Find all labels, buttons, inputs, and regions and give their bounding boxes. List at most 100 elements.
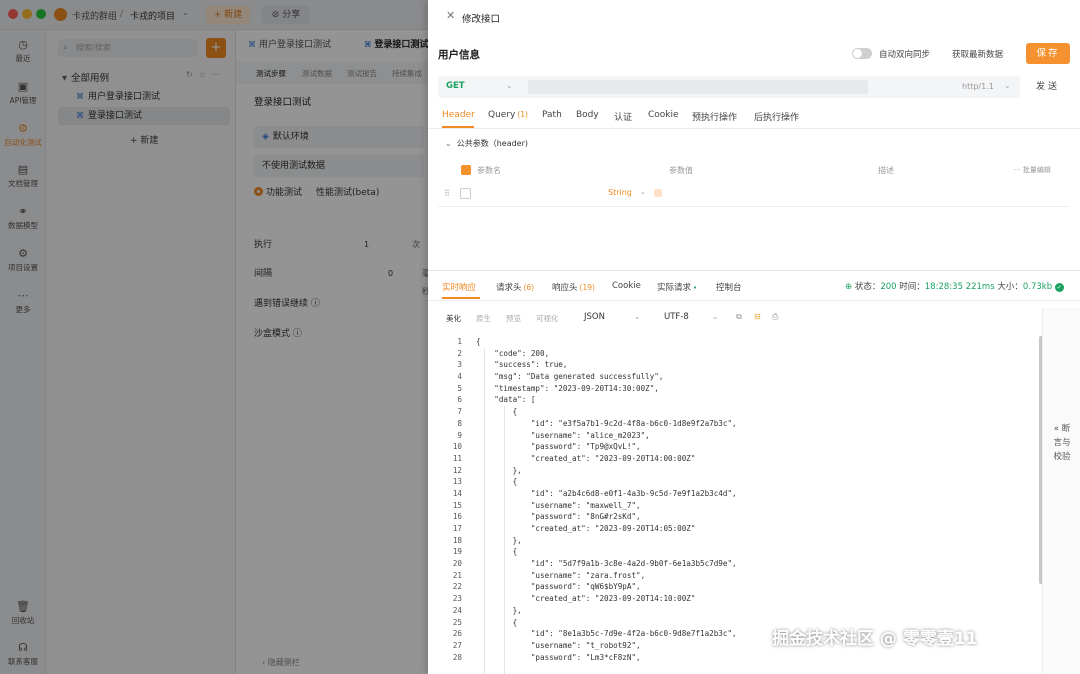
chevron-down-icon[interactable]: ⌄ <box>712 312 718 321</box>
drag-handle-icon[interactable]: ⠿ <box>444 189 450 198</box>
close-icon[interactable]: ✕ <box>446 9 455 22</box>
request-tab[interactable]: Cookie <box>648 110 679 120</box>
copy-icon[interactable]: ⧉ <box>736 312 742 322</box>
method-select[interactable]: GET <box>446 81 465 91</box>
request-tab-label: Query <box>488 110 516 120</box>
save-button[interactable]: 保存 <box>1026 43 1070 64</box>
auto-sync-toggle[interactable] <box>852 48 872 59</box>
response-tab[interactable]: Cookie <box>612 281 641 291</box>
public-params-label: 公共参数（header) <box>456 139 529 148</box>
code-line: 10 "password": "Tp9@xQvL!", <box>438 441 1038 453</box>
request-tab-label: Body <box>576 110 599 120</box>
response-tab[interactable]: 控制台 <box>716 281 742 293</box>
code-text: "username": "alice_m2023", <box>476 430 650 440</box>
code-text: "password": "qW6$bY9pA", <box>476 582 641 592</box>
assertion-label: « 断言与校验 <box>1053 424 1071 462</box>
code-text: "msg": "Data generated successfully", <box>476 372 664 382</box>
response-tab[interactable]: 响应头 (19) <box>552 281 595 293</box>
line-number: 11 <box>452 453 462 463</box>
code-text: "id": "a2b4c6d8-e0f1-4a3b-9c5d-7e9f1a2b3… <box>476 488 737 498</box>
code-line: 11 "created_at": "2023-09-20T14:00:00Z" <box>438 453 1038 465</box>
column-header-value: 参数值 <box>669 166 693 175</box>
line-number: 22 <box>452 582 462 592</box>
code-text: { <box>476 547 518 557</box>
format-tab[interactable]: 美化 <box>446 313 461 324</box>
api-name[interactable]: 用户信息 <box>438 47 480 62</box>
response-tab[interactable]: 实时响应 <box>442 281 476 293</box>
format-tab[interactable]: 可视化 <box>536 313 559 324</box>
line-number: 12 <box>452 465 462 475</box>
edit-api-drawer: ✕ 修改接口 用户信息 自动双向同步 获取最新数据 保存 GET ⌄ http/… <box>428 0 1080 674</box>
request-tab-count: (1) <box>517 110 528 119</box>
request-tab[interactable]: 预执行操作 <box>692 110 737 123</box>
line-number: 23 <box>452 594 462 604</box>
http-version-select[interactable]: http/1.1 <box>962 82 994 91</box>
code-line: 23 "created_at": "2023-09-20T14:10:00Z" <box>438 593 1038 605</box>
code-line: 21 "username": "zara.frost", <box>438 570 1038 582</box>
code-line: 20 "id": "5d7f9a1b-3c8e-4a2d-9b0f-6e1a3b… <box>438 558 1038 570</box>
row-checkbox[interactable] <box>460 188 471 199</box>
bulk-edit-link[interactable]: ··· 批量编辑 <box>1014 165 1051 175</box>
line-number: 18 <box>452 535 462 545</box>
response-tab-label: 请求头 <box>496 283 522 293</box>
save-file-icon[interactable]: ⎙ <box>772 312 778 322</box>
request-tab[interactable]: Path <box>542 110 562 120</box>
line-number: 9 <box>457 430 462 440</box>
format-select[interactable]: JSON <box>584 312 605 322</box>
modal-overlay[interactable] <box>0 0 428 674</box>
chevron-down-icon[interactable]: ⌄ <box>634 312 640 321</box>
code-line: 9 "username": "alice_m2023", <box>438 430 1038 442</box>
line-number: 26 <box>452 629 462 639</box>
divider <box>428 270 1080 271</box>
request-tab-label: 预执行操作 <box>692 113 738 123</box>
assertion-rail[interactable]: « 断言与校验 <box>1042 308 1080 674</box>
chevron-down-icon[interactable]: ⌄ <box>506 81 513 90</box>
response-tab-label: 控制台 <box>716 283 742 293</box>
response-duration: 221ms <box>965 282 995 292</box>
code-text: "id": "5d7f9a1b-3c8e-4a2d-9b0f-6e1a3b5c7… <box>476 559 737 569</box>
response-tab-label: 实时响应 <box>442 283 477 293</box>
format-tab[interactable]: 预览 <box>506 313 521 324</box>
select-all-checkbox[interactable] <box>461 165 471 175</box>
encoding-select[interactable]: UTF-8 <box>664 312 689 322</box>
code-text: { <box>476 407 518 417</box>
response-tab[interactable]: 实际请求 • <box>657 281 697 293</box>
request-tab[interactable]: 后执行操作 <box>754 110 799 123</box>
divider <box>428 300 1080 301</box>
globe-icon: ⊕ <box>845 282 853 292</box>
request-tab[interactable]: Header <box>442 110 475 120</box>
code-line: 13 { <box>438 476 1038 488</box>
response-tab[interactable]: 请求头 (6) <box>496 281 534 293</box>
code-text: "id": "8e1a3b5c-7d9e-4f2a-b6c0-9d8e7f1a2… <box>476 629 737 639</box>
code-text: { <box>476 617 518 627</box>
send-button[interactable]: 发送 <box>1026 76 1070 98</box>
code-text: }, <box>476 465 522 475</box>
chevron-down-icon[interactable]: ⌄ <box>640 188 646 196</box>
chevron-down-icon[interactable]: ⌄ <box>1004 81 1011 90</box>
code-line: 18 }, <box>438 535 1038 547</box>
request-tab-label: 后执行操作 <box>754 113 800 123</box>
code-text: "created_at": "2023-09-20T14:00:00Z" <box>476 453 696 463</box>
response-tab-count: (19) <box>579 283 595 292</box>
code-line: 8 "id": "e3f5a7b1-9c2d-4f8a-b6c0-1d8e9f2… <box>438 418 1038 430</box>
url-input[interactable] <box>528 80 868 94</box>
code-text: "username": "t_robot92", <box>476 640 641 650</box>
code-line: 4 "msg": "Data generated successfully", <box>438 371 1038 383</box>
response-tab-label: Cookie <box>612 281 641 291</box>
public-params-toggle[interactable]: ⌄ 公共参数（header) <box>445 138 528 149</box>
code-line: 12 }, <box>438 465 1038 477</box>
delete-row-icon[interactable] <box>654 189 662 197</box>
format-tab[interactable]: 原生 <box>476 313 491 324</box>
status-code: 200 <box>880 282 897 292</box>
request-tab[interactable]: 认证 <box>614 110 632 123</box>
request-tab[interactable]: Body <box>576 110 599 120</box>
line-number: 25 <box>452 617 462 627</box>
fetch-latest-link[interactable]: 获取最新数据 <box>952 48 1003 60</box>
code-line: 22 "password": "qW6$bY9pA", <box>438 581 1038 593</box>
line-number: 27 <box>452 640 462 650</box>
param-type-select[interactable]: String <box>608 188 632 197</box>
extract-icon[interactable]: ⊟ <box>754 312 761 321</box>
response-timestamp: 18:28:35 <box>924 282 963 292</box>
request-tab[interactable]: Query (1) <box>488 110 528 120</box>
code-text: "password": "Lm3*cF8zN", <box>476 652 641 662</box>
